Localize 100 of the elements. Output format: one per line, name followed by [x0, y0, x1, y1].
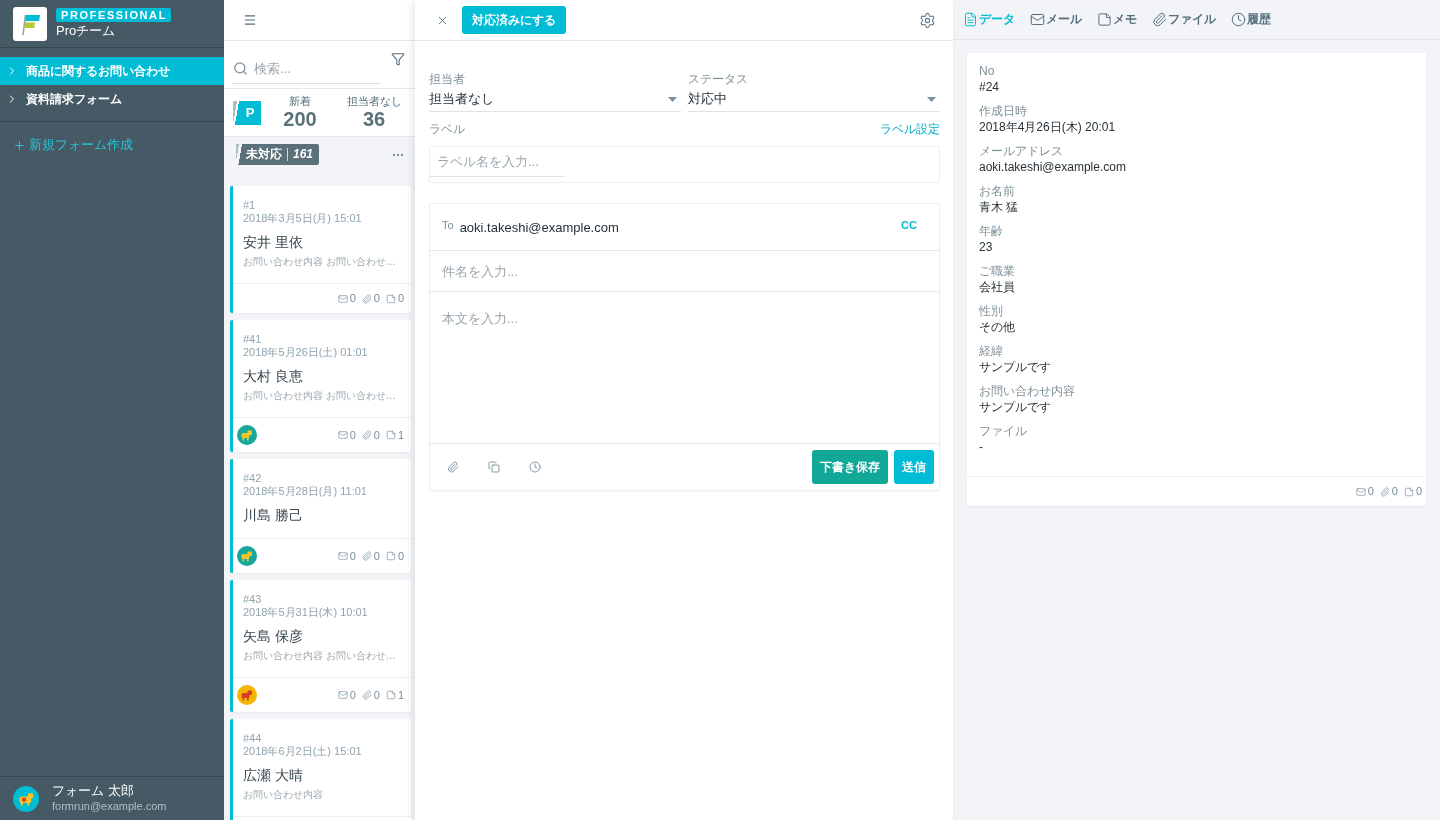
caret-icon	[668, 96, 677, 102]
mail-icon	[337, 551, 348, 561]
customer-name: 安井 里依	[243, 233, 303, 251]
label-heading: ラベル	[429, 122, 465, 137]
search-input[interactable]: 検索...	[254, 60, 364, 76]
field-value: 青木 猛	[979, 199, 1019, 216]
recipient-field[interactable]: aoki.takeshi@example.com	[459, 217, 896, 237]
field-label: No	[979, 64, 995, 79]
customer-name: 川島 勝己	[243, 506, 303, 524]
mail-count: 0	[349, 549, 356, 563]
clock-icon[interactable]	[529, 461, 541, 473]
body-field[interactable]: 本文を入力...	[430, 292, 939, 444]
inquiry-date: 2018年5月31日(木) 10:01	[243, 606, 368, 619]
field-value: aoki.takeshi@example.com	[979, 159, 1126, 176]
paperclip-icon	[361, 430, 372, 440]
label-settings-link[interactable]: ラベル設定	[880, 122, 940, 137]
note-icon	[385, 293, 396, 304]
paperclip-icon	[361, 551, 372, 561]
mail-count: 0	[1367, 485, 1374, 498]
record-tab[interactable]: メール	[1030, 11, 1082, 28]
logo-icon	[13, 6, 47, 41]
form-nav-item[interactable]: 資料請求フォーム	[0, 85, 224, 113]
new-form-link[interactable]: 新規フォーム作成	[13, 136, 133, 154]
field-label: お問い合わせ内容	[979, 384, 1075, 399]
label-input-field[interactable]: ラベル名を入力...	[430, 147, 565, 177]
team-name: Proチーム	[56, 23, 116, 39]
inquiry-preview: お問い合わせ内容 お問い合わせ…	[243, 255, 396, 269]
avatar-icon	[13, 785, 39, 812]
inquiry-number: #1	[243, 199, 256, 212]
subject-field[interactable]: 件名を入力...	[430, 251, 939, 292]
field-value: サンプルです	[979, 399, 1051, 416]
note-icon	[385, 690, 396, 700]
menu-icon[interactable]	[243, 13, 257, 27]
field-value: 23	[979, 239, 993, 256]
status-count: 161	[287, 148, 314, 161]
memo-count: 0	[1415, 485, 1422, 498]
memo-count: 0	[397, 292, 404, 305]
mail-count: 0	[349, 688, 356, 702]
copy-icon[interactable]	[488, 461, 500, 473]
inquiry-number: #43	[243, 593, 262, 606]
note-icon	[385, 551, 396, 561]
stat-label: 担当者なし	[346, 95, 402, 108]
paperclip-icon	[361, 690, 372, 700]
user-email: formrun@example.com	[52, 799, 167, 814]
paperclip-icon[interactable]	[447, 461, 459, 473]
file-count: 0	[1391, 485, 1398, 498]
note-icon	[385, 430, 396, 440]
search-field[interactable]: 検索...	[232, 53, 381, 84]
save-draft-button[interactable]: 下書き保存	[812, 450, 888, 484]
assignee-select[interactable]: 担当者なし	[429, 87, 681, 112]
mail-count: 0	[349, 292, 356, 305]
plus-icon	[13, 138, 26, 152]
inquiry-card[interactable]: #43 2018年5月31日(木) 10:01 矢島 保彦 お問い合わせ内容 お問い合わせ… 0 0 1	[230, 580, 411, 712]
inquiry-date: 2018年5月26日(土) 01:01	[243, 346, 368, 359]
mail-icon	[337, 430, 348, 440]
caret-icon	[927, 96, 936, 102]
filter-icon[interactable]	[391, 52, 405, 66]
status-select-label: ステータス	[688, 72, 749, 87]
note-icon	[1403, 486, 1414, 497]
record-tab[interactable]: メモ	[1097, 11, 1137, 28]
file-count: 0	[373, 549, 380, 563]
customer-name: 大村 良恵	[243, 367, 303, 385]
file-count: 0	[373, 428, 380, 442]
inquiry-number: #42	[243, 472, 262, 485]
settings-icon[interactable]	[919, 11, 936, 29]
stat-value: 200	[283, 108, 317, 130]
user-name: フォーム 太郎	[52, 783, 135, 799]
document-icon	[963, 12, 978, 27]
paperclip-icon	[1152, 12, 1167, 27]
inquiry-card[interactable]: #41 2018年5月26日(土) 01:01 大村 良恵 お問い合わせ内容 お問い合わせ… 0 0 1	[230, 320, 411, 452]
field-label: 作成日時	[979, 104, 1027, 119]
file-count: 0	[373, 688, 380, 702]
field-label: 性別	[979, 304, 1003, 319]
mail-compose-editor[interactable]: To aoki.takeshi@example.com CC 件名を入力... 本文を入力... 下書き保存 送信	[429, 203, 940, 491]
inquiry-number: #41	[243, 333, 262, 346]
field-label: 年齢	[979, 224, 1003, 239]
assignee-label: 担当者	[429, 72, 466, 87]
inquiry-card[interactable]: #44 2018年6月2日(土) 15:01 広瀬 大晴 お問い合わせ内容	[230, 719, 411, 820]
inquiry-preview: お問い合わせ内容	[243, 788, 323, 802]
status-label: 未対応	[246, 146, 283, 163]
memo-count: 1	[397, 428, 404, 442]
field-value: -	[979, 439, 983, 456]
inquiry-date: 2018年5月28日(月) 11:01	[243, 485, 367, 498]
to-label: To	[442, 219, 454, 231]
status-select[interactable]: 対応中	[688, 87, 940, 112]
memo-count: 1	[397, 688, 404, 702]
customer-name: 広瀬 大晴	[243, 766, 303, 784]
mail-icon	[337, 293, 348, 304]
record-tab[interactable]: ファイル	[1152, 11, 1216, 28]
record-tab[interactable]: 履歴	[1231, 11, 1271, 28]
inquiry-date: 2018年3月5日(月) 15:01	[243, 212, 362, 225]
inquiry-card[interactable]: #1 2018年3月5日(月) 15:01 安井 里依 お問い合わせ内容 お問い合わせ… 0 0 0	[230, 186, 411, 313]
field-value: 2018年4月26日(木) 20:01	[979, 119, 1116, 136]
plan-badge: PROFESSIONAL	[56, 8, 171, 22]
paperclip-icon	[361, 293, 372, 304]
inquiry-date: 2018年6月2日(土) 15:01	[243, 745, 362, 758]
mail-count: 0	[349, 428, 356, 442]
inquiry-card[interactable]: #42 2018年5月28日(月) 11:01 川島 勝己 0 0 0	[230, 459, 411, 573]
stat-label: 新着	[289, 95, 311, 108]
field-label: 経緯	[979, 344, 1003, 359]
